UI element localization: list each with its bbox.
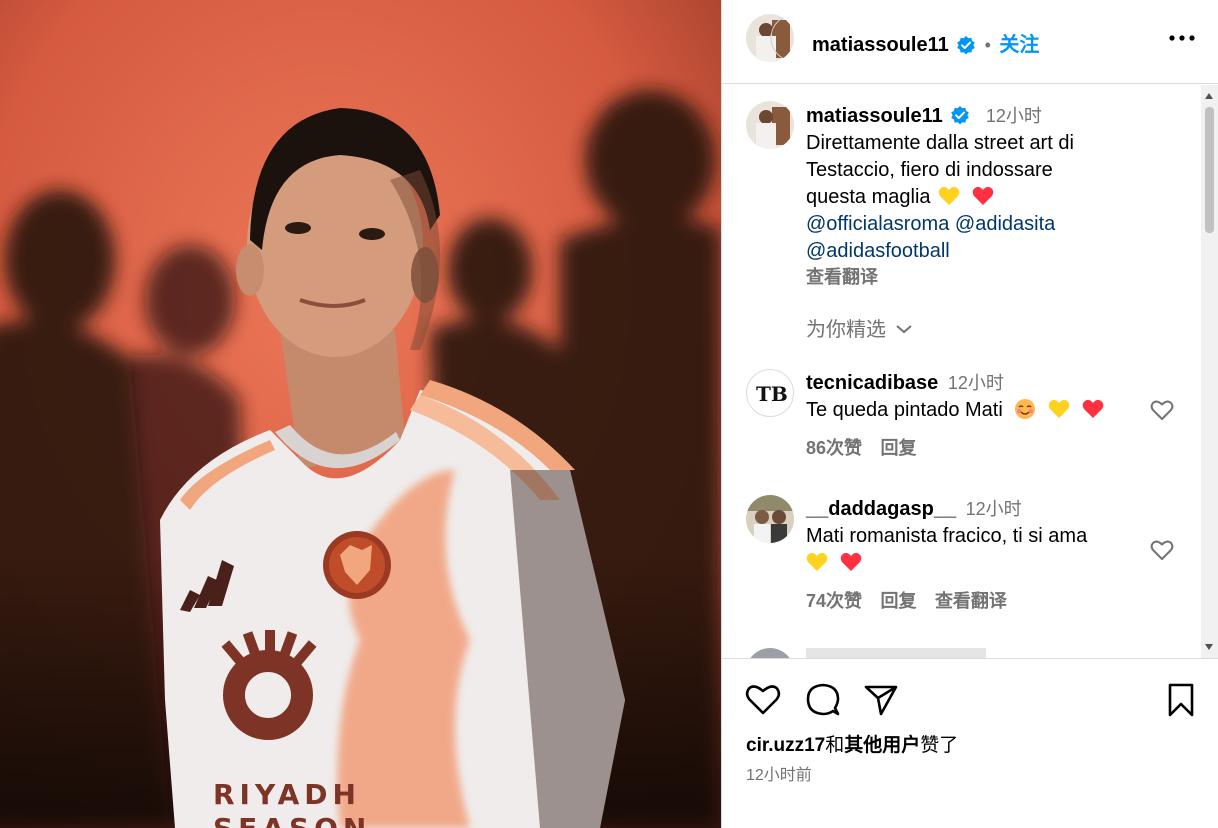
comment-username-cut bbox=[806, 648, 986, 658]
post-header: matiassoule11 • 关注 bbox=[722, 0, 1218, 84]
share-icon bbox=[864, 685, 898, 716]
comment-avatar[interactable] bbox=[746, 495, 794, 543]
scroll-thumb[interactable] bbox=[1205, 107, 1214, 233]
comment-time: 12小时 bbox=[965, 499, 1022, 519]
author-username[interactable]: matiassoule11 bbox=[812, 34, 949, 56]
liked-by-user[interactable]: cir.uzz17 bbox=[746, 735, 825, 756]
caption-line1: Direttamente dalla street art di bbox=[806, 132, 1074, 154]
more-options-button[interactable] bbox=[1166, 26, 1198, 54]
smiling-face-emoji bbox=[1015, 399, 1036, 419]
comment-button[interactable] bbox=[804, 681, 842, 719]
likes-summary: cir.uzz17和其他用户赞了 bbox=[746, 730, 958, 757]
comment-reply-button[interactable]: 回复 bbox=[880, 591, 916, 611]
caption-avatar-image bbox=[746, 101, 794, 149]
yellow-heart-emoji bbox=[1048, 399, 1070, 418]
mention-officialasroma[interactable]: @officialasroma bbox=[806, 213, 949, 235]
red-heart-emoji bbox=[1082, 399, 1103, 418]
bookmark-icon bbox=[1168, 683, 1194, 717]
comment-like-icon[interactable] bbox=[1150, 399, 1174, 421]
header-separator: • bbox=[984, 35, 991, 55]
svg-text:TB: TB bbox=[756, 382, 788, 406]
verified-icon bbox=[957, 35, 976, 55]
comment-avatar[interactable] bbox=[746, 648, 794, 658]
verified-icon bbox=[951, 105, 970, 125]
comment-reply-button[interactable]: 回复 bbox=[880, 438, 916, 458]
author-avatar[interactable] bbox=[746, 14, 794, 62]
heart-icon bbox=[745, 685, 781, 715]
chevron-down-icon bbox=[896, 325, 913, 334]
comment-like-icon[interactable] bbox=[1150, 539, 1174, 561]
follow-button[interactable]: 关注 bbox=[999, 34, 1039, 56]
comment-avatar-image bbox=[746, 495, 794, 543]
yellow-heart-emoji bbox=[806, 552, 828, 571]
mention-adidasita[interactable]: @adidasita bbox=[955, 213, 1055, 235]
liked-and: 和 bbox=[825, 735, 845, 756]
curated-label: 为你精选 bbox=[806, 319, 886, 341]
author-avatar-image bbox=[746, 14, 794, 62]
comment-likes-count[interactable]: 86次赞 bbox=[806, 438, 862, 458]
caption-username[interactable]: matiassoule11 bbox=[806, 105, 943, 127]
comment-username[interactable]: tecnicadibase bbox=[806, 372, 938, 394]
caption-time: 12小时 bbox=[985, 106, 1042, 126]
scroll-down-arrow[interactable] bbox=[1205, 644, 1213, 650]
liked-suffix: 赞了 bbox=[920, 735, 959, 756]
share-button[interactable] bbox=[862, 681, 900, 719]
comment-username[interactable]: __daddagasp__ bbox=[806, 498, 956, 520]
caption-line3: questa maglia bbox=[806, 186, 931, 208]
caption-avatar[interactable] bbox=[746, 101, 794, 149]
comment-see-translation[interactable]: 查看翻译 bbox=[935, 591, 1007, 611]
comments-list[interactable]: matiassoule11 12小时 Direttamente dalla st… bbox=[722, 85, 1218, 658]
post-time-ago[interactable]: 12小时前 bbox=[746, 761, 812, 785]
post-photo[interactable]: RIYADH SEASON bbox=[0, 0, 721, 828]
caption-line2: Testaccio, fiero di indossare bbox=[806, 159, 1053, 181]
photo-illustration: RIYADH SEASON bbox=[0, 0, 721, 828]
comment-text: Mati romanista fracico, ti si ama bbox=[806, 525, 1088, 547]
post-side-panel: matiassoule11 • 关注 matiassoule11 12小时 Di… bbox=[722, 0, 1218, 828]
red-heart-emoji bbox=[972, 186, 993, 205]
yellow-heart-emoji bbox=[938, 186, 960, 205]
jersey-sponsor-line1: RIYADH bbox=[213, 778, 361, 811]
comment-time: 12小时 bbox=[947, 373, 1004, 393]
save-button[interactable] bbox=[1162, 681, 1200, 719]
comment-icon bbox=[806, 683, 840, 716]
comments-scrollbar[interactable] bbox=[1201, 85, 1218, 658]
comment-text: Te queda pintado Mati bbox=[806, 399, 1003, 421]
tb-logo: TB bbox=[756, 382, 788, 406]
comment-likes-count[interactable]: 74次赞 bbox=[806, 591, 862, 611]
curated-toggle[interactable]: 为你精选 bbox=[806, 313, 914, 342]
more-icon bbox=[1169, 35, 1195, 41]
jersey-sponsor-line2: SEASON bbox=[213, 812, 371, 828]
red-heart-emoji bbox=[840, 552, 861, 571]
scroll-up-arrow[interactable] bbox=[1205, 93, 1213, 99]
like-button[interactable] bbox=[744, 681, 782, 719]
caption-see-translation[interactable]: 查看翻译 bbox=[806, 263, 1186, 289]
mention-adidasfootball[interactable]: @adidasfootball bbox=[806, 240, 950, 262]
comment-avatar[interactable]: TB bbox=[746, 369, 794, 417]
liked-by-others[interactable]: 其他用户 bbox=[844, 735, 920, 756]
